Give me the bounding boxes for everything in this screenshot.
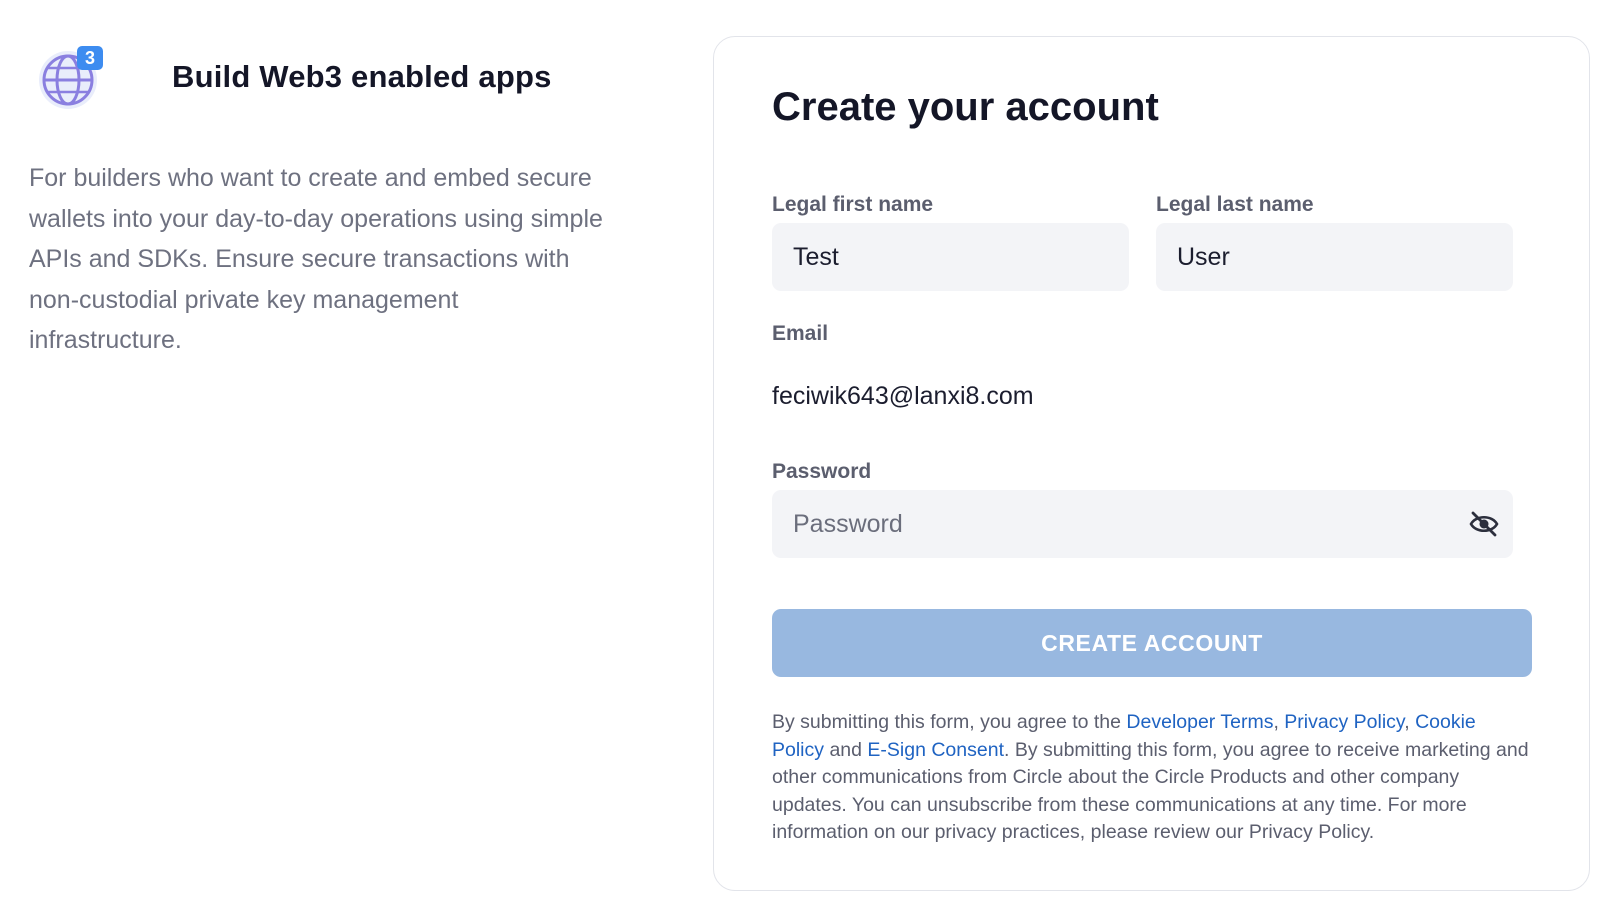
form-title: Create your account (772, 85, 1159, 129)
feature-header: 3 Build Web3 enabled apps (36, 42, 552, 112)
password-label: Password (772, 460, 872, 483)
esign-consent-link[interactable]: E-Sign Consent (867, 739, 1004, 761)
last-name-field[interactable]: User (1156, 223, 1513, 291)
signup-card: Create your account Legal first name Tes… (713, 36, 1590, 891)
globe-web3-icon: 3 (36, 42, 106, 112)
feature-title: Build Web3 enabled apps (172, 59, 552, 94)
web3-badge: 3 (77, 46, 103, 70)
last-name-label: Legal last name (1156, 193, 1314, 216)
email-label: Email (772, 322, 829, 345)
email-value: feciwik643@lanxi8.com (772, 382, 1034, 410)
legal-text-part: , (1404, 711, 1416, 733)
legal-text-part: and (824, 738, 868, 761)
feature-description: For builders who want to create and embe… (29, 164, 603, 354)
password-field[interactable]: Password (772, 490, 1513, 558)
legal-text-part: , (1273, 711, 1285, 733)
last-name-value: User (1177, 242, 1230, 271)
create-account-button[interactable]: CREATE ACCOUNT (772, 609, 1532, 677)
first-name-field[interactable]: Test (772, 223, 1129, 291)
legal-text-part: By submitting this form, you agree to th… (772, 711, 1127, 733)
developer-terms-link[interactable]: Developer Terms (1126, 711, 1273, 733)
password-placeholder: Password (793, 509, 903, 538)
legal-text: By submitting this form, you agree to th… (772, 709, 1532, 847)
first-name-value: Test (793, 242, 839, 271)
eye-off-icon[interactable] (1469, 510, 1499, 538)
feature-panel: 3 Build Web3 enabled apps For builders w… (0, 0, 680, 905)
privacy-policy-link[interactable]: Privacy Policy (1284, 711, 1404, 733)
first-name-label: Legal first name (772, 193, 934, 216)
